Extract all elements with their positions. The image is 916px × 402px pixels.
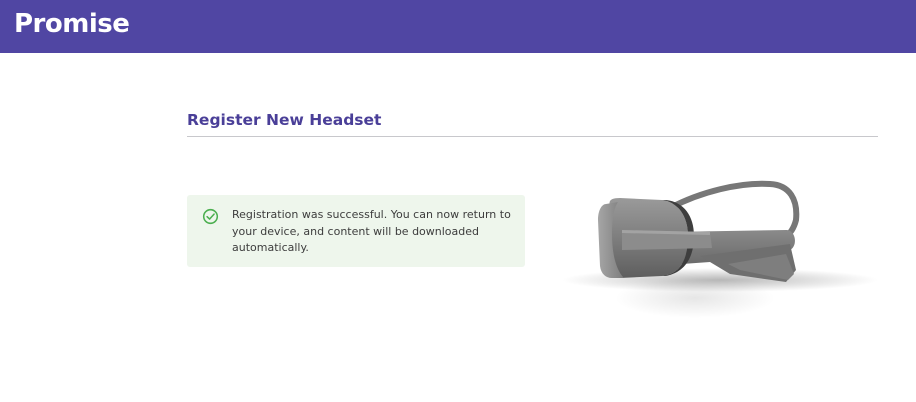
success-alert: Registration was successful. You can now… [187, 195, 525, 267]
app-header: Promise [0, 0, 916, 53]
brand-logo[interactable]: Promise [14, 8, 130, 40]
alert-message: Registration was successful. You can now… [232, 208, 511, 254]
page-title: Register New Headset [187, 111, 382, 129]
check-circle-icon [202, 208, 219, 225]
vr-headset-illustration [562, 180, 878, 318]
title-divider [187, 136, 878, 137]
